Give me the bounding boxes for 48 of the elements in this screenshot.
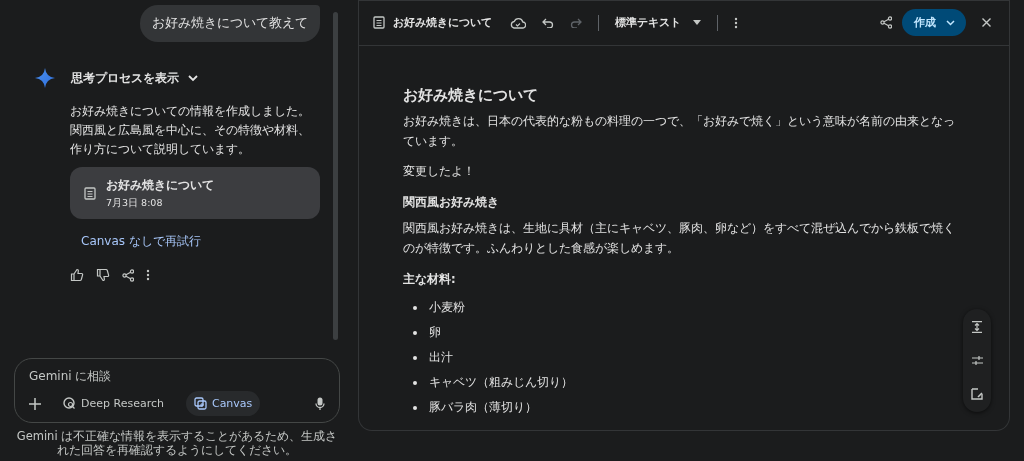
tool-chip[interactable]: Deep Research [55, 391, 172, 416]
canvas-icon [193, 397, 207, 410]
document-heading: お好み焼きについて [403, 86, 539, 105]
document-title: お好み焼きについて [106, 176, 214, 194]
expand-icon[interactable] [972, 321, 982, 333]
microphone-icon[interactable] [315, 396, 325, 411]
document-card[interactable]: お好み焼きについて 7月3日 8:08 [70, 167, 320, 219]
dropdown-arrow-icon [693, 20, 701, 25]
globe-search-icon [63, 397, 76, 410]
list-item: 豚バラ肉（薄切り） [429, 400, 537, 415]
more-icon[interactable] [734, 16, 738, 29]
thinking-toggle[interactable]: 思考プロセスを表示 [71, 69, 199, 87]
document-title: お好み焼きについて [393, 15, 492, 30]
share-icon[interactable] [122, 268, 134, 282]
text-style-dropdown[interactable]: 標準テキスト [615, 15, 701, 30]
retry-link[interactable]: Canvas なしで再試行 [81, 233, 320, 250]
tool-chip[interactable]: Canvas [185, 391, 261, 416]
section-heading: 関西風お好み焼き [403, 195, 500, 210]
thumbs-up-icon[interactable] [70, 268, 84, 282]
share-icon[interactable] [880, 16, 892, 29]
response-text: お好み焼きについての情報を作成しました。関西風と広島風を中心に、その特徴や材料、作り方について説明しています。 [70, 103, 311, 158]
close-icon[interactable] [982, 18, 991, 27]
list-item: キャベツ（粗みじん切り） [429, 375, 573, 390]
disclaimer-text: Gemini は不正確な情報を表示することがあるため、生成された回答を再確認するようにしてください。 [15, 429, 339, 457]
section-heading: 主な材料: [403, 272, 457, 287]
list-item: 小麦粉 [429, 300, 465, 315]
paragraph: 関西風お好み焼きは、生地に具材（主にキャベツ、豚肉、卵など）をすべて混ぜ込んでから鉄板で焼くのが特徴です。ふんわりとした食感が楽しめます。 [403, 220, 956, 257]
sparkle-icon [35, 68, 55, 88]
more-icon[interactable] [146, 269, 150, 281]
cloud-icon[interactable] [510, 16, 526, 29]
list-item: 出汁 [429, 350, 453, 365]
user-message: お好み焼きについて教えて [140, 5, 320, 42]
create-button[interactable]: 作成 [902, 9, 966, 36]
list-item: 卵 [429, 325, 441, 340]
document-icon [373, 16, 385, 29]
thumbs-down-icon[interactable] [96, 268, 110, 282]
prompt-field[interactable]: Gemini に相談 Deep Research Canvas [14, 358, 340, 423]
paragraph: お好み焼きは、日本の代表的な粉もの料理の一つで、「お好みで焼く」という意味が名前の由来となっています。 [403, 113, 956, 150]
document-icon [84, 186, 96, 200]
chevron-icon [946, 19, 955, 26]
undo-icon[interactable] [542, 17, 554, 28]
document-timestamp: 7月3日 8:08 [106, 196, 164, 210]
plus-icon[interactable] [29, 397, 41, 410]
paragraph: 変更したよ！ [403, 163, 476, 180]
scrollbar[interactable] [333, 12, 338, 340]
chevron-icon [187, 72, 199, 84]
sliders-icon[interactable] [971, 355, 983, 366]
edit-note-icon[interactable] [971, 388, 983, 400]
